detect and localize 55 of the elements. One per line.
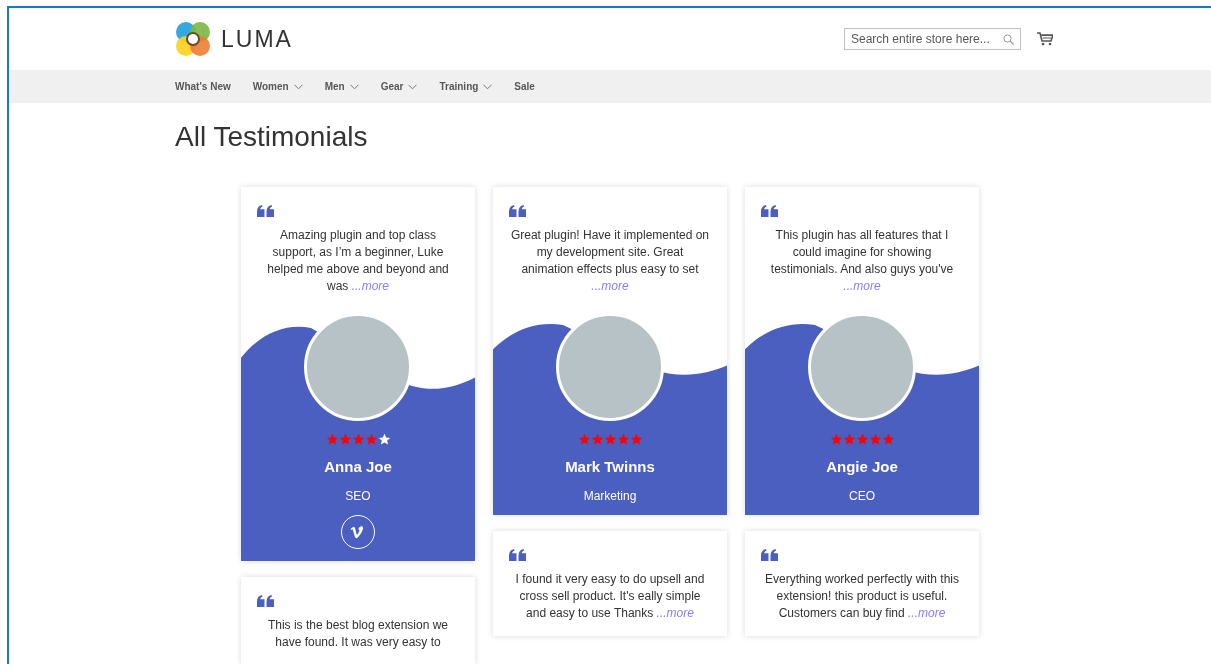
logo-icon[interactable] xyxy=(175,21,211,57)
testimonial-text: I found it very easy to do upsell and cross sell product. It's eally simple and easy to use Thanks ...more xyxy=(514,571,706,622)
nav-menu-item[interactable]: Gear xyxy=(380,81,418,92)
star-icon xyxy=(377,433,391,446)
star-icon xyxy=(590,433,604,446)
quote-icon xyxy=(761,549,778,561)
search-icon[interactable] xyxy=(1003,34,1014,45)
star-icon xyxy=(842,433,856,446)
more-link[interactable]: ...more xyxy=(351,279,389,293)
star-icon xyxy=(616,433,630,446)
chevron-down-icon xyxy=(293,83,303,90)
quote-icon xyxy=(761,205,778,217)
person-name: Angie Joe xyxy=(826,458,898,475)
person-name: Anna Joe xyxy=(324,458,392,475)
cart-icon[interactable] xyxy=(1037,32,1053,46)
testimonial-text: Everything worked perfectly with this extension! this product is useful. Customers can buy find ...more xyxy=(763,571,961,622)
nav-menu-item[interactable]: Training xyxy=(439,81,493,92)
person-name: Mark Twinns xyxy=(565,458,655,475)
search-field[interactable]: Search entire store here... xyxy=(844,28,1021,50)
chevron-down-icon xyxy=(483,83,493,90)
nav-menu-item[interactable]: Women xyxy=(252,81,303,92)
more-link[interactable]: ...more xyxy=(656,606,694,620)
person-role: SEO xyxy=(345,489,371,503)
star-icon xyxy=(829,433,843,446)
testimonial-text: This is the best blog extension we have found. It was very easy to xyxy=(266,617,450,651)
nav-menu-item[interactable]: Men xyxy=(324,81,359,92)
testimonial-text: Great plugin! Have it implemented on my development site. Great animation effects plus easy to set ...more xyxy=(509,227,711,295)
quote-icon xyxy=(257,205,274,217)
more-link[interactable]: ...more xyxy=(908,606,946,620)
more-link[interactable]: ...more xyxy=(591,279,629,293)
more-link[interactable]: ...more xyxy=(843,279,881,293)
nav-menu-item[interactable]: What's New xyxy=(175,81,231,92)
brand-name: LUMA xyxy=(221,25,293,53)
page-title: All Testimonials xyxy=(175,121,369,153)
quote-icon xyxy=(509,549,526,561)
star-icon xyxy=(881,433,895,446)
person-role: CEO xyxy=(849,489,875,503)
quote-icon xyxy=(257,595,274,607)
star-icon xyxy=(629,433,643,446)
vimeo-icon xyxy=(350,525,366,539)
star-icon xyxy=(855,433,869,446)
quote-icon xyxy=(509,205,526,217)
chevron-down-icon xyxy=(408,83,418,90)
testimonial-text: Amazing plugin and top class support, as I’m a beginner, Luke helped me above and beyond and was ...more xyxy=(266,227,450,295)
star-icon xyxy=(603,433,617,446)
star-icon xyxy=(364,433,378,446)
star-icon xyxy=(868,433,882,446)
star-icon xyxy=(325,433,339,446)
person-role: Marketing xyxy=(583,489,637,503)
testimonial-text: This plugin has all features that I could imagine for showing testimonials. And also guys you've ...more xyxy=(769,227,955,295)
star-icon xyxy=(338,433,352,446)
chevron-down-icon xyxy=(349,83,359,90)
star-icon xyxy=(351,433,365,446)
nav-menu-item[interactable]: Sale xyxy=(514,81,535,92)
star-icon xyxy=(577,433,591,446)
